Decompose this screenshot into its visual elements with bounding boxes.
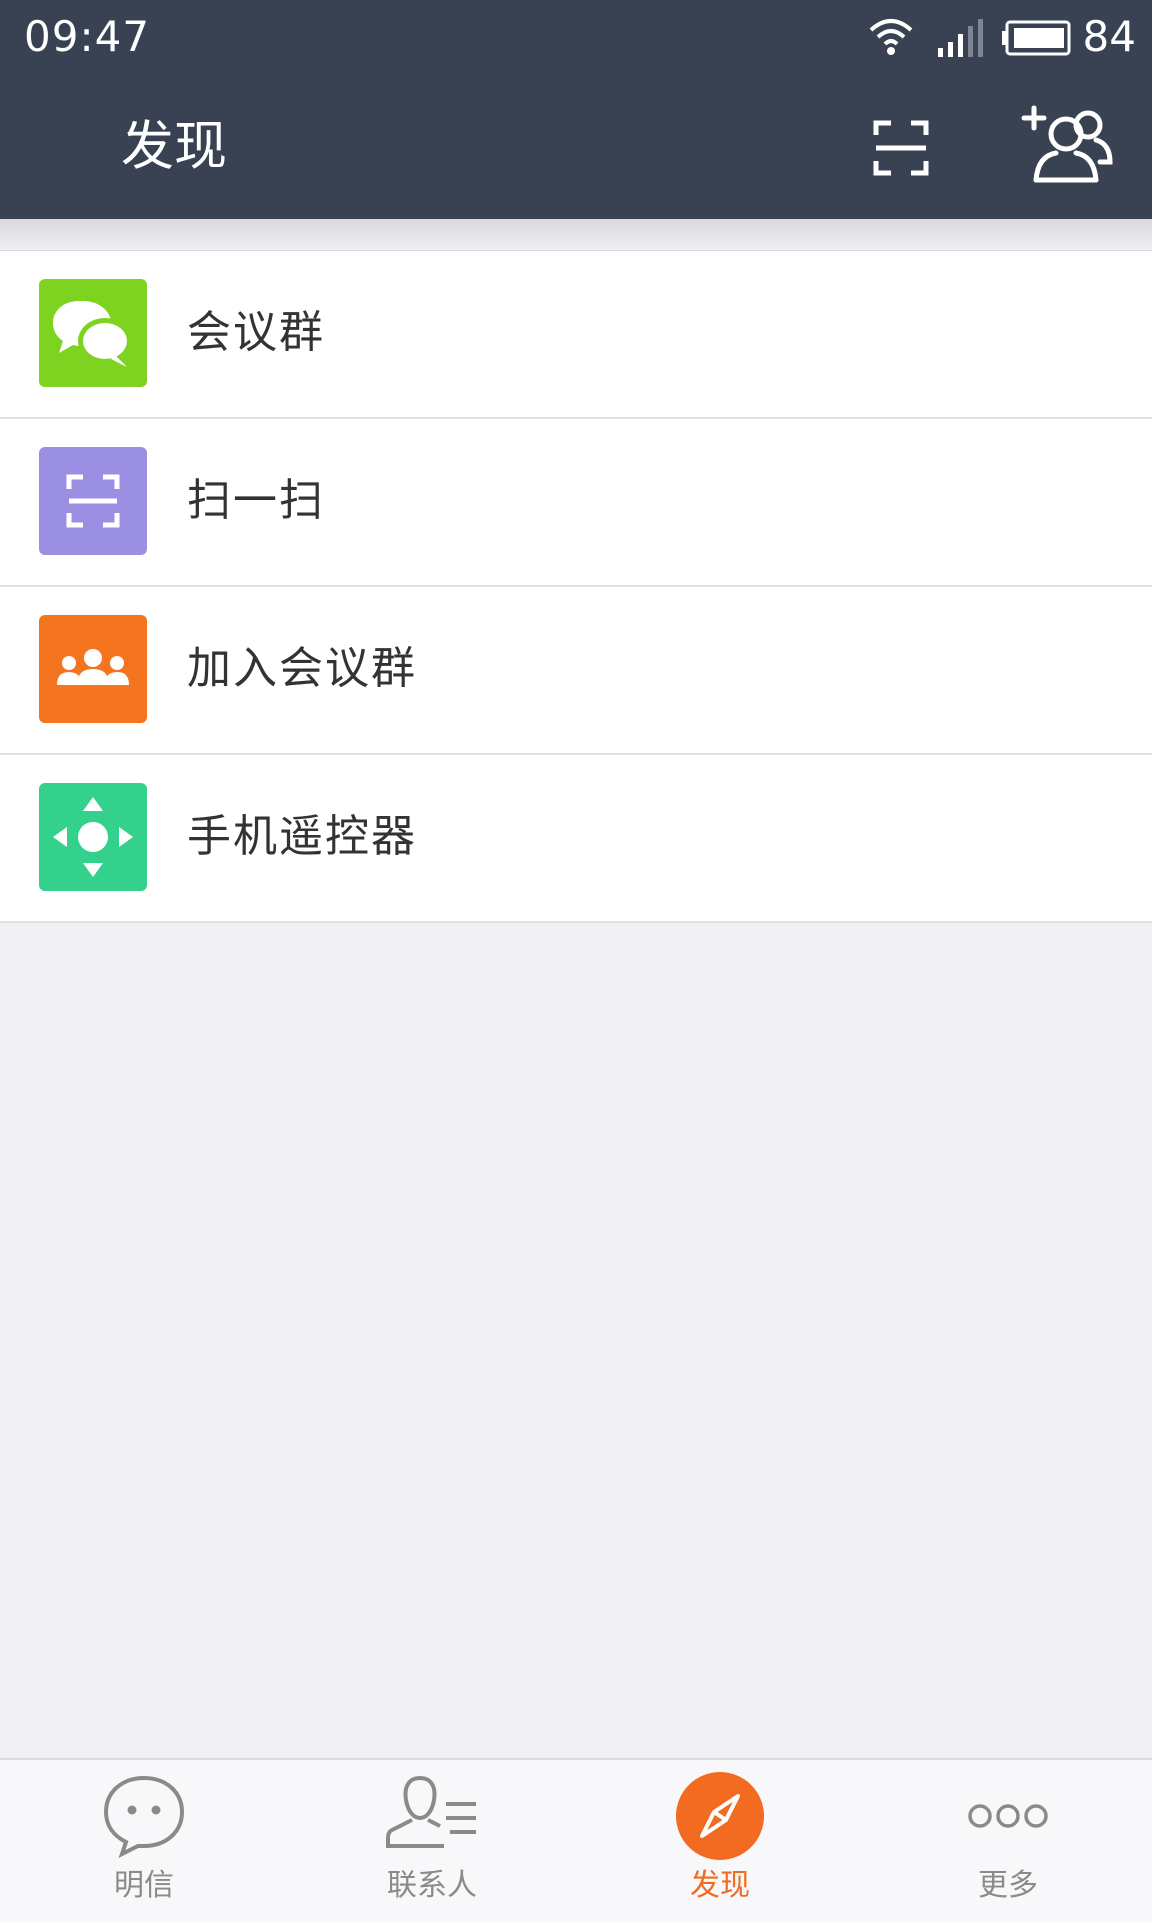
page-title: 发现 (121, 116, 227, 177)
group-icon (39, 615, 147, 723)
chat-icon (103, 1775, 185, 1858)
more-icon (968, 1804, 1048, 1828)
compass-icon (676, 1772, 764, 1860)
menu-item-meeting-group[interactable]: 会议群 (0, 251, 1152, 419)
menu-item-label: 手机遥控器 (187, 811, 417, 862)
battery-icon (1002, 20, 1071, 56)
discover-menu: 会议群 扫一扫 加入会议群 手机遥控器 (0, 250, 1152, 923)
menu-item-join-meeting-group[interactable]: 加入会议群 (0, 587, 1152, 755)
tab-label: 联系人 (387, 1868, 477, 1903)
menu-item-phone-remote[interactable]: 手机遥控器 (0, 755, 1152, 923)
status-bar: 09:47 84 (0, 0, 1152, 76)
scan-icon (39, 447, 147, 555)
tab-discover[interactable]: 发现 (576, 1760, 864, 1922)
tab-label: 发现 (690, 1868, 750, 1903)
menu-item-label: 扫一扫 (187, 475, 325, 526)
scan-icon (873, 120, 929, 176)
chat-bubbles-icon (39, 279, 147, 387)
header-shadow (0, 219, 1152, 251)
remote-dpad-icon (39, 783, 147, 891)
contacts-icon (386, 1775, 476, 1848)
bottom-tab-bar: 明信 联系人 发现 更多 (0, 1758, 1152, 1922)
add-contact-icon (1021, 105, 1113, 183)
tab-mingxin[interactable]: 明信 (0, 1760, 288, 1922)
add-contact-button[interactable] (1016, 98, 1116, 198)
app-header: 发现 (0, 76, 1152, 219)
scan-button[interactable] (851, 98, 951, 198)
tab-contacts[interactable]: 联系人 (288, 1760, 576, 1922)
status-time: 09:47 (24, 12, 151, 61)
tab-label: 明信 (114, 1868, 174, 1903)
battery-level: 84 (1082, 12, 1136, 61)
signal-icon (938, 19, 983, 57)
menu-item-label: 加入会议群 (187, 643, 417, 694)
menu-item-label: 会议群 (187, 307, 325, 358)
tab-more[interactable]: 更多 (864, 1760, 1152, 1922)
menu-item-scan[interactable]: 扫一扫 (0, 419, 1152, 587)
tab-label: 更多 (978, 1868, 1038, 1903)
wifi-icon (869, 19, 913, 55)
